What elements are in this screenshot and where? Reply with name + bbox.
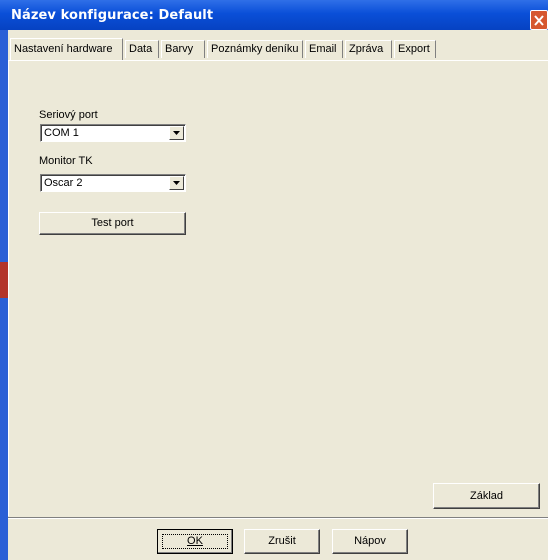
window-title: Název konfigurace: Default xyxy=(11,8,214,23)
configuration-dialog: Nastavení hardware Data Barvy Poznámky d… xyxy=(8,30,548,560)
monitor-value: Oscar 2 xyxy=(44,177,83,189)
tab-hardware[interactable]: Nastavení hardware xyxy=(10,38,123,60)
tab-journal-notes[interactable]: Poznámky deníku xyxy=(207,40,303,58)
tab-report[interactable]: Zpráva xyxy=(345,40,392,58)
hardware-panel: Seriový port COM 1 Monitor TK Oscar 2 Te… xyxy=(8,60,548,516)
tab-label: Export xyxy=(398,43,430,55)
tab-label: Barvy xyxy=(165,43,194,55)
close-button[interactable] xyxy=(530,10,548,30)
default-label: Základ xyxy=(469,490,504,502)
window-left-border xyxy=(0,0,8,560)
serial-port-select[interactable]: COM 1 xyxy=(40,124,186,142)
ok-button[interactable]: OK xyxy=(157,529,233,554)
close-icon xyxy=(534,15,544,26)
chevron-down-icon xyxy=(173,131,180,135)
help-button[interactable]: Nápov xyxy=(332,529,408,554)
footer-separator xyxy=(8,517,548,519)
tab-label: Nastavení hardware xyxy=(14,43,113,55)
dropdown-button[interactable] xyxy=(169,176,184,190)
cancel-label: Zrušit xyxy=(268,535,296,547)
tab-label: Data xyxy=(129,43,153,55)
chevron-down-icon xyxy=(173,181,180,185)
serial-port-value: COM 1 xyxy=(44,127,79,139)
dropdown-button[interactable] xyxy=(169,126,184,140)
test-port-button[interactable]: Test port xyxy=(39,212,186,235)
tab-colors[interactable]: Barvy xyxy=(161,40,205,58)
cancel-button[interactable]: Zrušit xyxy=(244,529,320,554)
test-port-label: Test port xyxy=(91,217,134,229)
title-bar: Název konfigurace: Default xyxy=(0,0,548,30)
default-button[interactable]: Základ xyxy=(433,483,540,509)
tab-label: Email xyxy=(309,43,337,55)
monitor-select[interactable]: Oscar 2 xyxy=(40,174,186,192)
window-edge-accent xyxy=(0,262,8,298)
tab-data[interactable]: Data xyxy=(125,40,159,58)
help-label: Nápov xyxy=(354,535,386,547)
serial-port-label: Seriový port xyxy=(39,109,98,121)
monitor-label: Monitor TK xyxy=(39,155,93,167)
tab-label: Zpráva xyxy=(349,43,384,55)
tab-label: Poznámky deníku xyxy=(211,43,299,55)
tab-export[interactable]: Export xyxy=(394,40,436,58)
tab-email[interactable]: Email xyxy=(305,40,343,58)
focus-ring xyxy=(162,534,228,549)
